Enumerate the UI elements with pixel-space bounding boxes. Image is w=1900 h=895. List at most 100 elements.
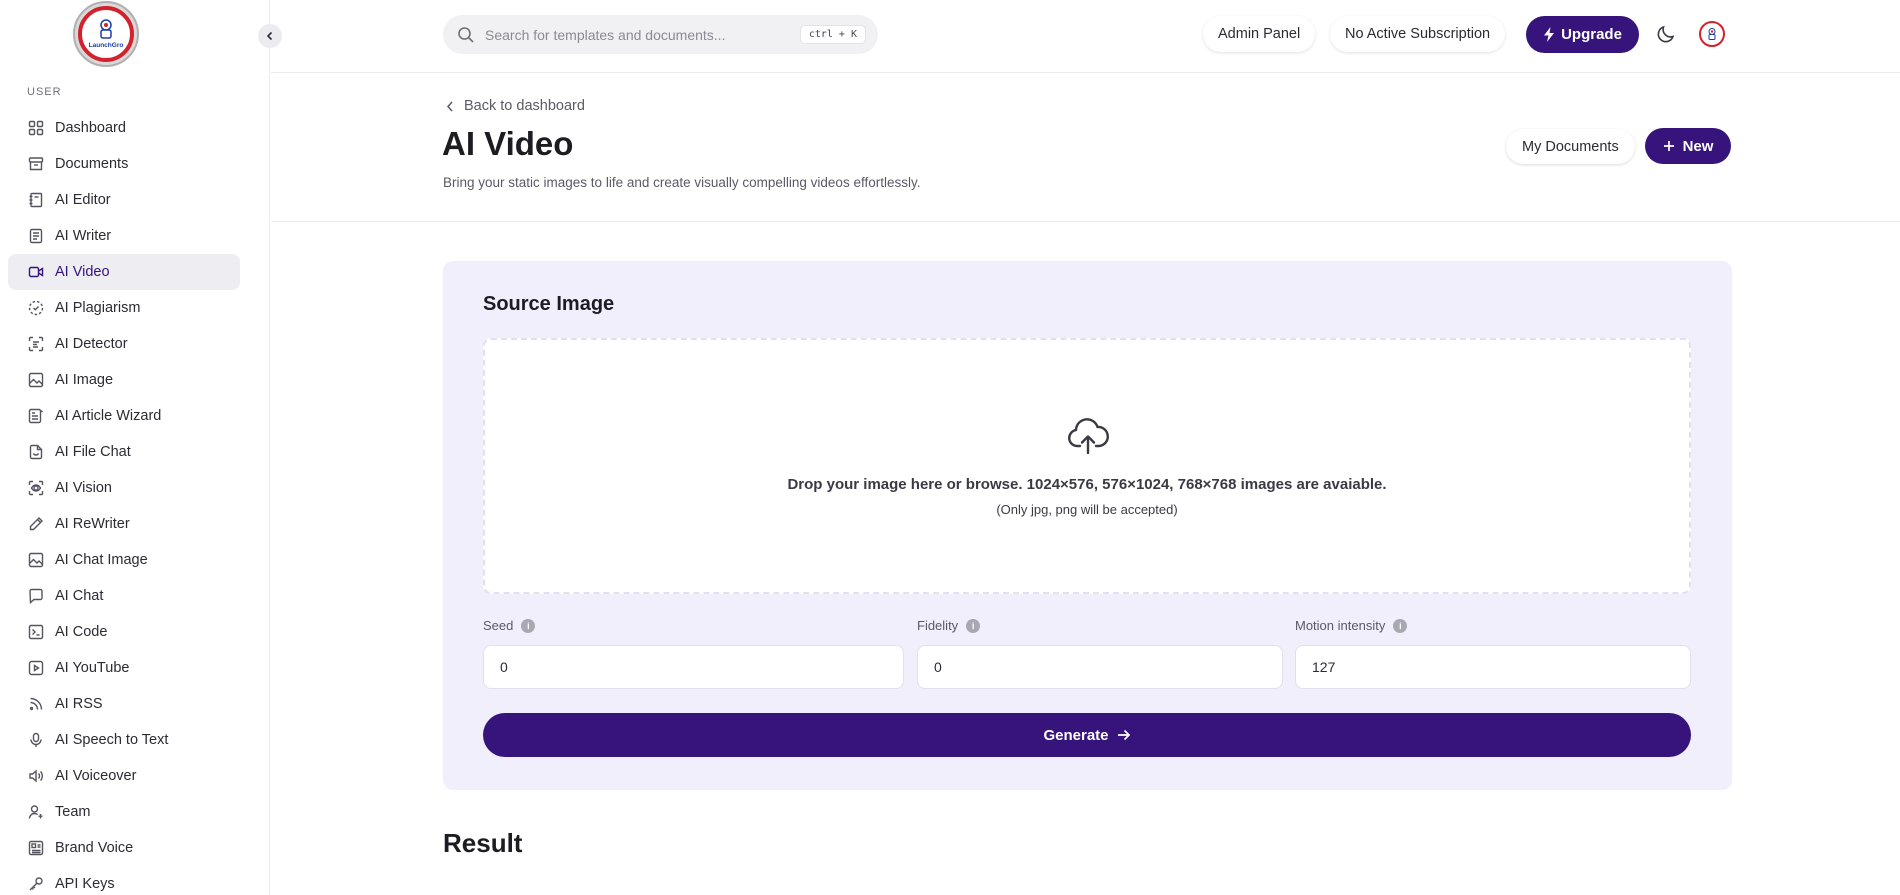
sidebar-item-label: AI Code <box>55 624 108 640</box>
sidebar-item-documents[interactable]: Documents <box>8 146 240 182</box>
sidebar-item-ai-chat[interactable]: AI Chat <box>8 578 240 614</box>
sidebar-item-label: Brand Voice <box>55 840 134 856</box>
dropzone-accepted-formats: (Only jpg, png will be accepted) <box>996 502 1178 517</box>
sidebar-item-label: Team <box>55 804 91 820</box>
search-shortcut-badge: ctrl + K <box>799 25 866 44</box>
archive-icon <box>28 156 44 172</box>
brand-voice-icon <box>28 840 44 856</box>
search-input[interactable] <box>485 26 785 43</box>
sidebar-item-ai-detector[interactable]: AI Detector <box>8 326 240 362</box>
sidebar-item-ai-image[interactable]: AI Image <box>8 362 240 398</box>
sidebar-item-label: AI Plagiarism <box>55 300 141 316</box>
sidebar-item-ai-youtube[interactable]: AI YouTube <box>8 650 240 686</box>
sidebar-item-label: AI Chat <box>55 588 104 604</box>
image-dropzone[interactable]: Drop your image here or browse. 1024×576… <box>483 338 1691 594</box>
dropzone-instructions: Drop your image here or browse. 1024×576… <box>787 476 1387 493</box>
sidebar-item-label: Dashboard <box>55 120 126 136</box>
youtube-icon <box>28 660 44 676</box>
dashed-check-circle-icon <box>28 300 44 316</box>
image-icon <box>28 552 44 568</box>
sidebar-item-ai-rss[interactable]: AI RSS <box>8 686 240 722</box>
topbar: ctrl + K Admin Panel No Active Subscript… <box>271 0 1900 73</box>
sidebar-item-ai-code[interactable]: AI Code <box>8 614 240 650</box>
sidebar-item-brand-voice[interactable]: Brand Voice <box>8 830 240 866</box>
moon-icon[interactable] <box>1655 23 1677 45</box>
sidebar-item-label: AI File Chat <box>55 444 131 460</box>
sidebar-item-ai-voiceover[interactable]: AI Voiceover <box>8 758 240 794</box>
sidebar-item-ai-article-wizard[interactable]: AI Article Wizard <box>8 398 240 434</box>
arrow-right-icon <box>1117 729 1130 741</box>
image-icon <box>28 372 44 388</box>
sidebar-item-ai-chat-image[interactable]: AI Chat Image <box>8 542 240 578</box>
sidebar-item-label: AI Speech to Text <box>55 732 169 748</box>
seed-input[interactable] <box>483 645 904 689</box>
astronaut-icon <box>100 19 112 39</box>
sidebar-item-label: AI ReWriter <box>55 516 130 532</box>
brand-logo[interactable]: LaunchGro <box>73 1 139 67</box>
notebook-icon <box>28 192 44 208</box>
sidebar-item-ai-video[interactable]: AI Video <box>8 254 240 290</box>
avatar[interactable] <box>1699 21 1725 47</box>
sidebar-item-ai-rewriter[interactable]: AI ReWriter <box>8 506 240 542</box>
search-bar[interactable]: ctrl + K <box>443 15 878 54</box>
chat-bubble-icon <box>28 588 44 604</box>
sidebar-nav: Dashboard Documents AI Editor AI Writer … <box>8 110 240 895</box>
back-to-dashboard-link[interactable]: Back to dashboard <box>446 98 585 114</box>
user-plus-icon <box>28 804 44 820</box>
new-label: New <box>1682 137 1714 155</box>
astronaut-icon <box>1708 28 1716 40</box>
grid-icon <box>28 120 44 136</box>
source-image-card: Source Image Drop your image here or bro… <box>443 261 1732 790</box>
generate-button[interactable]: Generate <box>483 713 1691 757</box>
fidelity-label-group: Fidelity i <box>917 618 981 633</box>
source-image-title: Source Image <box>483 293 615 315</box>
subscription-status-button[interactable]: No Active Subscription <box>1330 16 1506 52</box>
cloud-upload-icon <box>1068 418 1109 455</box>
sidebar-item-label: AI Detector <box>55 336 128 352</box>
motion-intensity-label: Motion intensity <box>1295 618 1386 633</box>
terminal-icon <box>28 624 44 640</box>
sidebar-item-ai-speech-to-text[interactable]: AI Speech to Text <box>8 722 240 758</box>
sidebar-item-label: AI YouTube <box>55 660 130 676</box>
motion-intensity-label-group: Motion intensity i <box>1295 618 1408 633</box>
logo-badge: LaunchGro <box>78 6 134 62</box>
lightning-icon <box>1544 27 1555 42</box>
document-icon <box>28 228 44 244</box>
info-icon[interactable]: i <box>966 618 981 633</box>
info-icon[interactable]: i <box>521 618 536 633</box>
scan-eye-icon <box>28 480 44 496</box>
sidebar-item-ai-plagiarism[interactable]: AI Plagiarism <box>8 290 240 326</box>
upgrade-button[interactable]: Upgrade <box>1526 16 1639 53</box>
new-button[interactable]: New <box>1645 128 1731 164</box>
page-subtitle: Bring your static images to life and cre… <box>443 175 921 190</box>
my-documents-button[interactable]: My Documents <box>1506 129 1635 164</box>
chevron-left-icon <box>446 101 453 111</box>
sidebar-item-ai-file-chat[interactable]: AI File Chat <box>8 434 240 470</box>
sidebar-item-api-keys[interactable]: API Keys <box>8 866 240 895</box>
scan-text-icon <box>28 336 44 352</box>
back-label: Back to dashboard <box>464 98 585 114</box>
sidebar-item-label: AI Vision <box>55 480 112 496</box>
search-icon <box>458 26 474 43</box>
chevron-left-icon <box>266 31 273 41</box>
app-root: LaunchGro USER Dashboard Documents AI Ed… <box>0 0 1900 895</box>
sidebar-item-label: AI Image <box>55 372 114 388</box>
motion-intensity-input[interactable] <box>1295 645 1691 689</box>
sidebar-item-team[interactable]: Team <box>8 794 240 830</box>
fidelity-input[interactable] <box>917 645 1283 689</box>
sidebar-item-label: AI Voiceover <box>55 768 137 784</box>
rss-icon <box>28 696 44 712</box>
seed-label-group: Seed i <box>483 618 536 633</box>
file-chat-icon <box>28 444 44 460</box>
sidebar-item-ai-editor[interactable]: AI Editor <box>8 182 240 218</box>
sidebar-item-ai-vision[interactable]: AI Vision <box>8 470 240 506</box>
sidebar-item-ai-writer[interactable]: AI Writer <box>8 218 240 254</box>
sidebar-item-dashboard[interactable]: Dashboard <box>8 110 240 146</box>
speaker-icon <box>28 768 44 784</box>
admin-panel-button[interactable]: Admin Panel <box>1203 16 1316 52</box>
key-icon <box>28 876 44 892</box>
sidebar-item-label: AI Editor <box>55 192 111 208</box>
sidebar-item-label: AI Article Wizard <box>55 408 162 424</box>
info-icon[interactable]: i <box>1393 618 1408 633</box>
sidebar-collapse-button[interactable] <box>258 24 282 48</box>
